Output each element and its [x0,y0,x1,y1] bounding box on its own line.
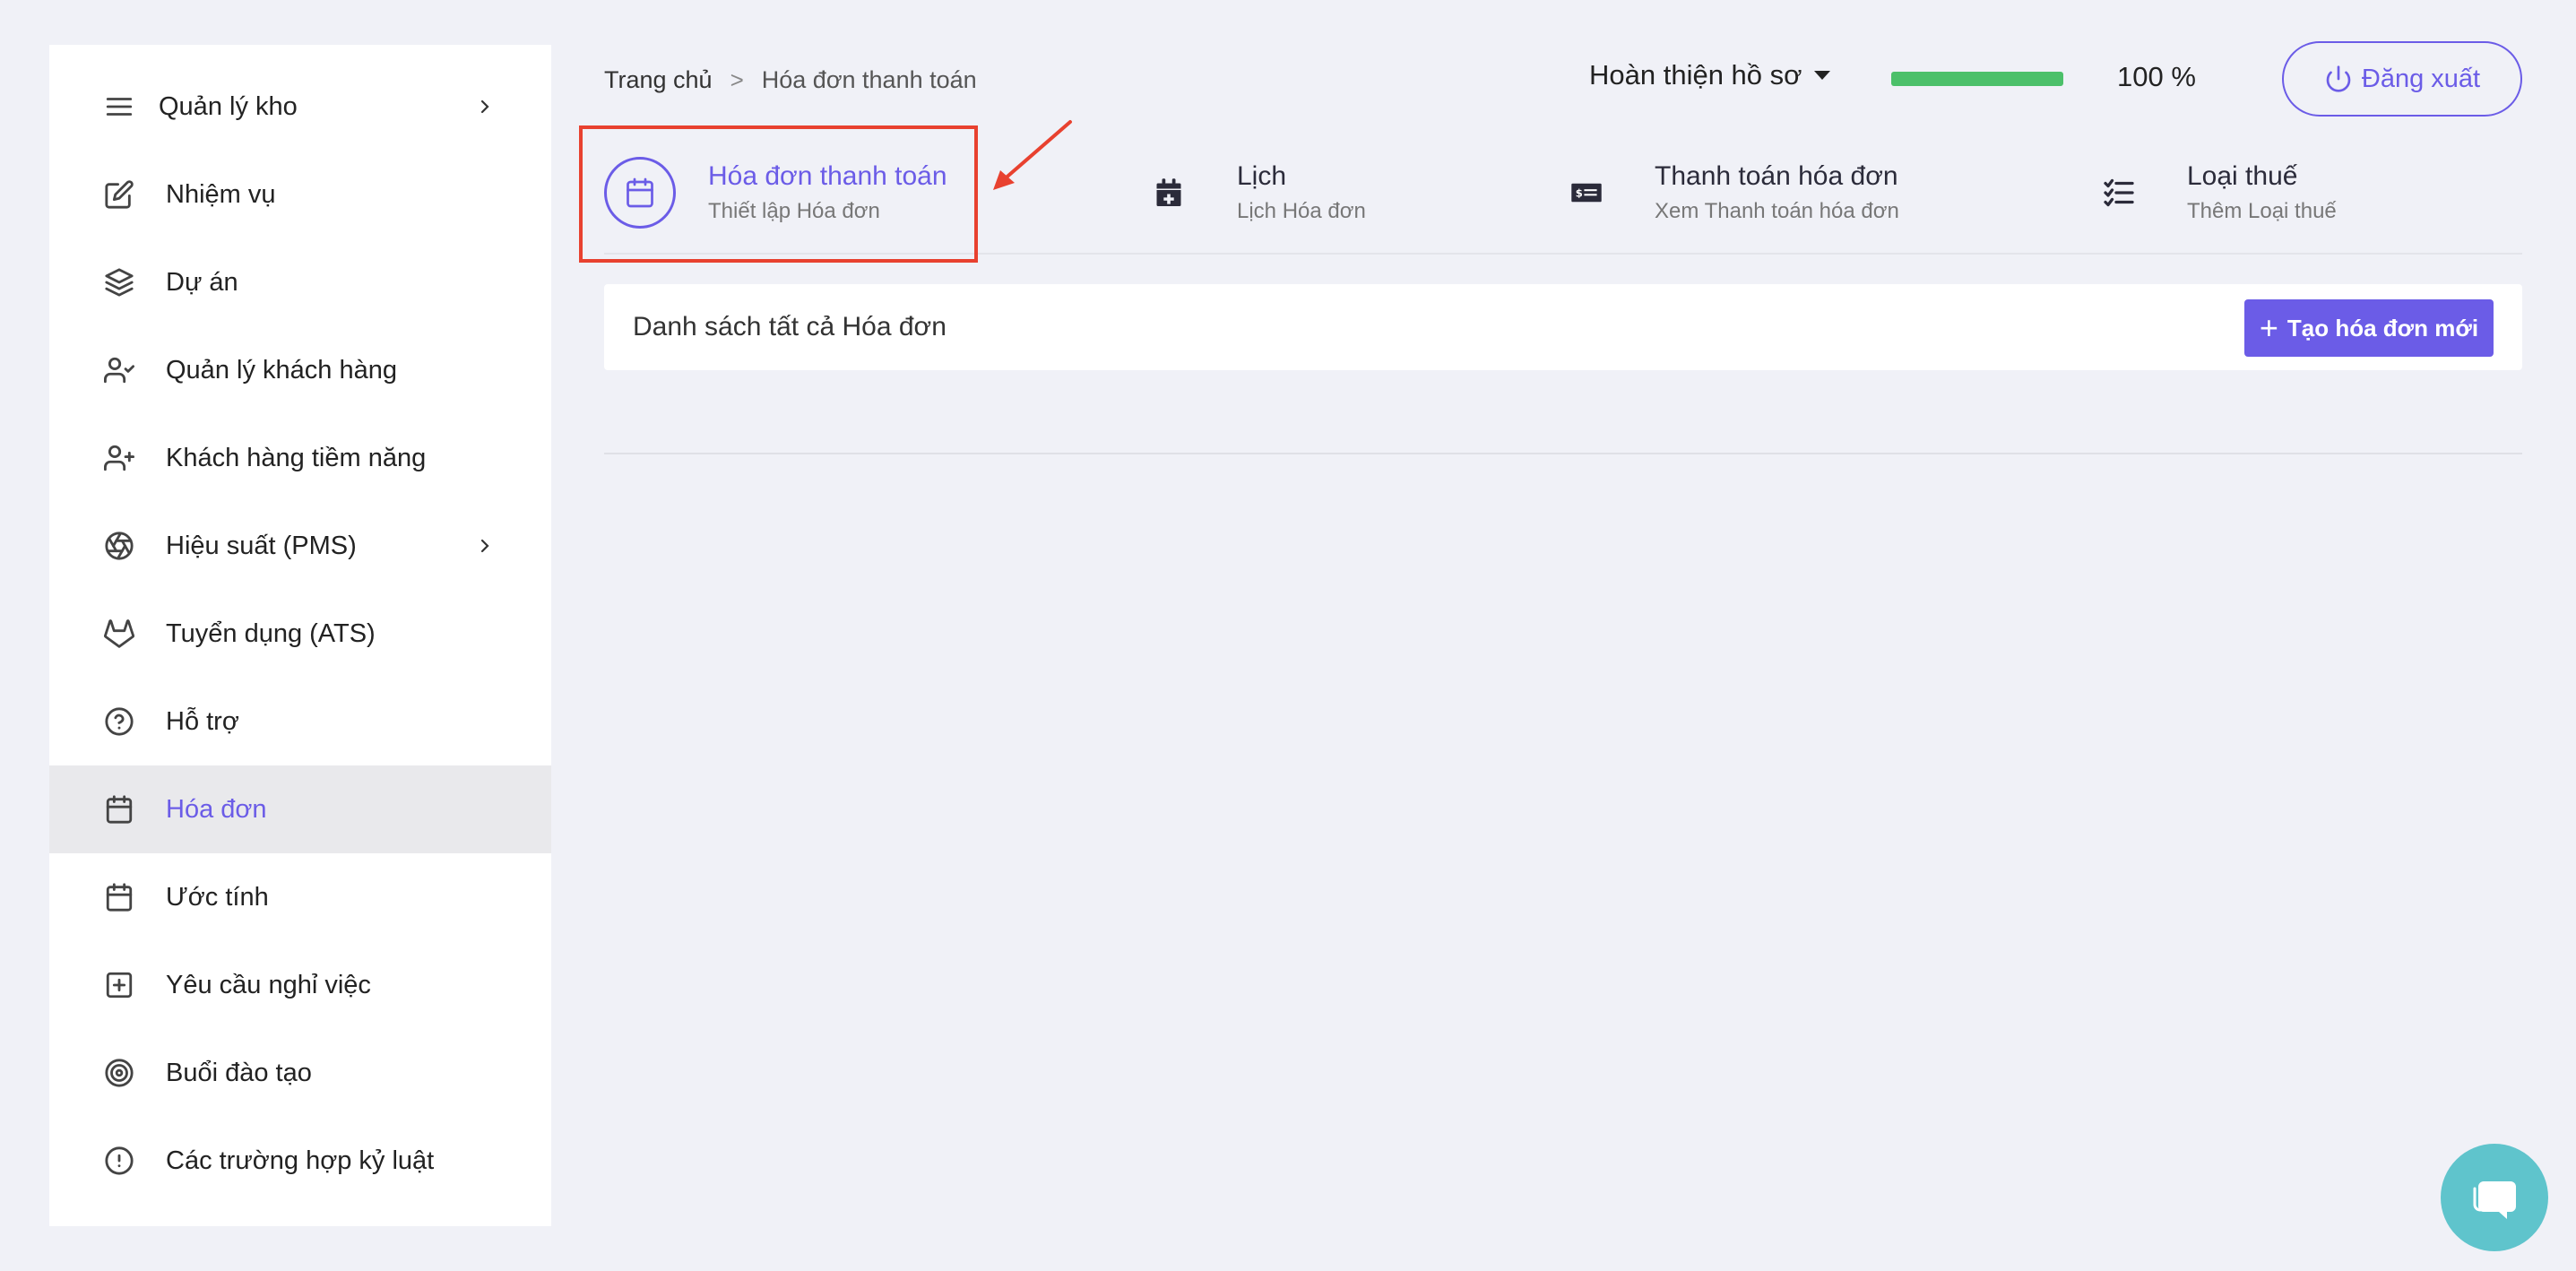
tab-subtitle: Thiết lập Hóa đơn [708,199,880,223]
tab-text: Thanh toán hóa đơn Xem Thanh toán hóa đơ… [1655,161,1899,224]
sidebar-item-uoc-tinh[interactable]: Ước tính [49,853,551,941]
breadcrumb: Trang chủ > Hóa đơn thanh toán [604,66,977,94]
sidebar-item-quan-ly-khach-hang[interactable]: Quản lý khách hàng [49,326,551,414]
logout-label: Đăng xuất [2361,64,2481,93]
target-icon [101,1055,137,1091]
sidebar-item-label: Hỗ trợ [166,706,239,736]
aperture-icon [101,528,137,564]
create-invoice-label: Tạo hóa đơn mới [2286,314,2479,342]
sidebar-item-hieu-suat[interactable]: Hiệu suất (PMS) [49,502,551,590]
help-circle-icon [101,704,137,739]
edit-icon [101,177,137,212]
tab-lich[interactable]: Lịch Lịch Hóa đơn [1133,134,1366,251]
user-plus-icon [101,440,137,476]
tab-title: Thanh toán hóa đơn [1655,161,1898,191]
sidebar-item-hoa-don[interactable]: Hóa đơn [49,765,551,853]
calendar-icon [604,157,676,229]
menu-icon [101,89,137,125]
sidebar-item-label: Hóa đơn [166,794,267,824]
layers-icon [101,264,137,300]
chevron-right-icon [480,99,489,114]
progress-fill [1891,72,2063,86]
power-icon [2326,65,2351,92]
invoice-tabs: Hóa đơn thanh toán Thiết lập Hóa đơn Lịc… [604,134,2522,255]
sidebar-item-label: Ước tính [166,882,269,912]
sidebar-item-tuyen-dung[interactable]: Tuyển dụng (ATS) [49,590,551,678]
annotation-arrow-icon [993,120,1072,190]
profile-complete-dropdown[interactable]: Hoàn thiện hồ sơ [1589,59,1831,91]
tab-subtitle: Xem Thanh toán hóa đơn [1655,199,1899,223]
tab-thanh-toan-hoa-don[interactable]: $ Thanh toán hóa đơn Xem Thanh toán hóa … [1551,134,1899,251]
calendar-plus-icon [1133,157,1205,229]
sidebar-item-label: Dự án [166,267,238,297]
content-divider [604,453,2522,454]
breadcrumb-separator: > [730,66,744,93]
calendar-icon [101,879,137,915]
sidebar-item-nhiem-vu[interactable]: Nhiệm vụ [49,151,551,238]
chat-widget-button[interactable] [2441,1144,2548,1251]
chevron-right-icon [480,539,489,553]
sidebar-item-label: Yêu cầu nghỉ việc [166,970,371,999]
sidebar-item-label: Khách hàng tiềm năng [166,443,427,472]
card-title: Danh sách tất cả Hóa đơn [633,312,947,342]
sidebar-item-quan-ly-kho[interactable]: Quản lý kho [49,63,551,151]
sidebar-item-label: Quản lý kho [159,91,298,121]
gitlab-icon [101,616,137,652]
tab-text: Lịch Lịch Hóa đơn [1237,161,1366,224]
svg-text:$: $ [1576,187,1583,200]
breadcrumb-current: Hóa đơn thanh toán [761,66,977,93]
calendar-icon [101,791,137,827]
sidebar-item-label: Các trường hợp kỷ luật [166,1146,435,1175]
tab-text: Hóa đơn thanh toán Thiết lập Hóa đơn [708,161,947,224]
tasks-list-icon [2083,157,2155,229]
tab-subtitle: Lịch Hóa đơn [1237,199,1366,223]
tab-title: Lịch [1237,161,1287,191]
sidebar-item-label: Quản lý khách hàng [166,355,397,385]
plus-square-icon [101,967,137,1003]
user-check-icon [101,352,137,388]
sidebar-item-ho-tro[interactable]: Hỗ trợ [49,678,551,765]
sidebar-item-ky-luat[interactable]: Các trường hợp kỷ luật [49,1117,551,1205]
caret-down-icon [1814,71,1831,80]
tab-subtitle: Thêm Loại thuế [2187,199,2337,223]
profile-complete-label: Hoàn thiện hồ sơ [1589,59,1802,91]
breadcrumb-home-link[interactable]: Trang chủ [604,66,713,94]
progress-text: 100 % [2117,61,2196,92]
sidebar-item-khach-hang-tiem-nang[interactable]: Khách hàng tiềm năng [49,414,551,502]
tab-loai-thue[interactable]: Loại thuế Thêm Loại thuế [2083,134,2337,251]
tab-hoa-don-thanh-toan[interactable]: Hóa đơn thanh toán Thiết lập Hóa đơn [604,134,947,251]
chat-bubble-icon [2473,1181,2516,1219]
create-invoice-button[interactable]: + Tạo hóa đơn mới [2244,299,2494,357]
sidebar-item-label: Buổi đào tạo [166,1058,312,1087]
money-check-icon: $ [1551,157,1622,229]
sidebar-item-buoi-dao-tao[interactable]: Buổi đào tạo [49,1029,551,1117]
profile-progress-bar [1891,72,2063,86]
alert-circle-icon [101,1143,137,1179]
sidebar-item-label: Tuyển dụng (ATS) [166,618,376,648]
tab-title: Loại thuế [2187,161,2298,191]
tab-title: Hóa đơn thanh toán [708,161,947,191]
sidebar-item-yeu-cau-nghi-viec[interactable]: Yêu cầu nghỉ việc [49,941,551,1029]
invoice-list-card: Danh sách tất cả Hóa đơn + Tạo hóa đơn m… [604,284,2522,370]
sidebar-item-label: Nhiệm vụ [166,179,276,209]
sidebar: Quản lý kho Nhiệm vụ Dự án Quản lý khách… [49,45,551,1226]
sidebar-item-label: Hiệu suất (PMS) [166,531,357,560]
sidebar-item-du-an[interactable]: Dự án [49,238,551,326]
plus-icon: + [2259,309,2278,346]
tab-text: Loại thuế Thêm Loại thuế [2187,161,2337,224]
logout-button[interactable]: Đăng xuất [2282,41,2522,117]
